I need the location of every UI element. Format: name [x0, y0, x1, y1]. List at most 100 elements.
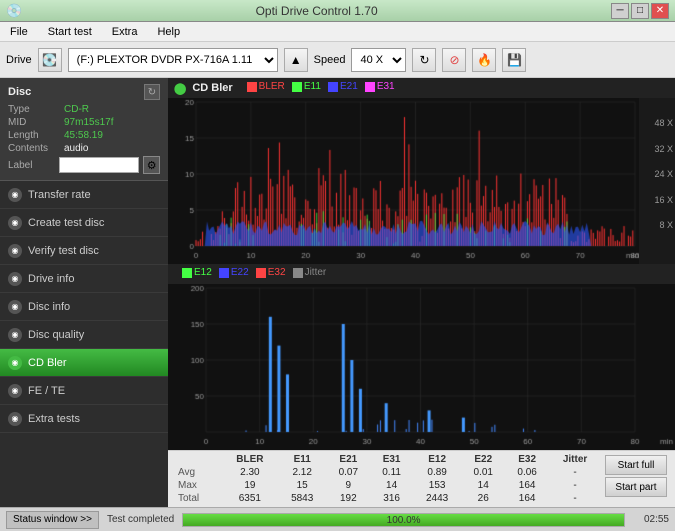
contents-value: audio	[64, 143, 88, 154]
status-bar: Status window >> Test completed 100.0% 0…	[0, 507, 675, 531]
chart1-title: CD Bler	[192, 82, 232, 94]
chart-area: ⬤ CD Bler BLER E11 E21	[168, 78, 675, 507]
row-max-bler: 19	[222, 479, 278, 492]
sidebar-nav: ◉ Transfer rate ◉ Create test disc ◉ Ver…	[0, 181, 168, 507]
stats-table: BLER E11 E21 E31 E12 E22 E32 Jitter Avg	[172, 453, 601, 505]
nav-fe-te[interactable]: ◉ FE / TE	[0, 377, 168, 405]
nav-icon-cd-bler: ◉	[8, 356, 22, 370]
chart2-canvas	[168, 284, 675, 450]
disc-refresh-button[interactable]: ↻	[144, 84, 160, 100]
row-max-e12: 153	[413, 479, 461, 492]
chart1-wrapper: 48 X 32 X 24 X 16 X 8 X	[168, 98, 675, 264]
nav-verify-test-disc[interactable]: ◉ Verify test disc	[0, 237, 168, 265]
eject-button[interactable]: ▲	[284, 48, 308, 72]
status-window-button[interactable]: Status window >>	[6, 511, 99, 529]
nav-disc-info[interactable]: ◉ Disc info	[0, 293, 168, 321]
contents-label: Contents	[8, 143, 60, 154]
nav-icon-drive-info: ◉	[8, 272, 22, 286]
drive-label: Drive	[6, 54, 32, 66]
gear-button[interactable]: ⚙	[143, 156, 160, 174]
label-row: Label ⚙	[8, 156, 160, 174]
row-max-e21: 9	[326, 479, 370, 492]
legend2-e32: E32	[256, 267, 286, 278]
legend2-e12: E12	[182, 267, 212, 278]
row-total-jitter: -	[549, 492, 601, 505]
col-e21: E21	[326, 453, 370, 466]
close-button[interactable]: ✕	[651, 3, 669, 19]
nav-icon-verify-test-disc: ◉	[8, 244, 22, 258]
type-value: CD-R	[64, 104, 89, 115]
disc-info-panel: Disc ↻ Type CD-R MID 97m15s17f Length 45…	[0, 78, 168, 181]
menu-file[interactable]: File	[4, 24, 34, 40]
stats-area: BLER E11 E21 E31 E12 E22 E32 Jitter Avg	[168, 450, 675, 507]
row-avg-label: Avg	[172, 466, 222, 479]
label-label: Label	[8, 160, 55, 171]
row-total-e21: 192	[326, 492, 370, 505]
nav-extra-tests[interactable]: ◉ Extra tests	[0, 405, 168, 433]
row-total-e22: 26	[461, 492, 505, 505]
nav-drive-info[interactable]: ◉ Drive info	[0, 265, 168, 293]
col-e32: E32	[505, 453, 549, 466]
length-label: Length	[8, 130, 60, 141]
col-e12: E12	[413, 453, 461, 466]
minimize-button[interactable]: ─	[611, 3, 629, 19]
nav-icon-transfer-rate: ◉	[8, 188, 22, 202]
progress-text: 100.0%	[183, 514, 624, 527]
col-bler: BLER	[222, 453, 278, 466]
nav-icon-disc-info: ◉	[8, 300, 22, 314]
col-e22: E22	[461, 453, 505, 466]
disc-type-row: Type CD-R	[8, 104, 160, 115]
row-max-e11: 15	[278, 479, 326, 492]
main-content: Disc ↻ Type CD-R MID 97m15s17f Length 45…	[0, 78, 675, 507]
title-bar-left: 💿	[6, 3, 22, 19]
row-max-e32: 164	[505, 479, 549, 492]
toolbar: Drive 💽 (F:) PLEXTOR DVDR PX-716A 1.11 ▲…	[0, 42, 675, 78]
drive-select[interactable]: (F:) PLEXTOR DVDR PX-716A 1.11	[68, 48, 278, 72]
menu-extra[interactable]: Extra	[106, 24, 144, 40]
chart2-wrapper	[168, 284, 675, 450]
row-avg-e22: 0.01	[461, 466, 505, 479]
nav-transfer-rate[interactable]: ◉ Transfer rate	[0, 181, 168, 209]
stats-table-wrapper: BLER E11 E21 E31 E12 E22 E32 Jitter Avg	[172, 453, 601, 505]
title-bar-title: Opti Drive Control 1.70	[22, 4, 611, 18]
type-label: Type	[8, 104, 60, 115]
burn-button[interactable]: 🔥	[472, 48, 496, 72]
disc-header-label: Disc	[8, 86, 31, 98]
mid-label: MID	[8, 117, 60, 128]
chart1-canvas	[168, 98, 639, 264]
menu-help[interactable]: Help	[151, 24, 186, 40]
row-avg-e21: 0.07	[326, 466, 370, 479]
refresh-button[interactable]: ↻	[412, 48, 436, 72]
disc-mid-row: MID 97m15s17f	[8, 117, 160, 128]
row-avg-e31: 0.11	[370, 466, 413, 479]
label-input[interactable]	[59, 157, 139, 173]
speed-select[interactable]: 40 X 32 X 24 X	[351, 48, 406, 72]
nav-disc-quality[interactable]: ◉ Disc quality	[0, 321, 168, 349]
chart2-title-bar: E12 E22 E32 Jitter	[168, 264, 675, 284]
nav-create-test-disc[interactable]: ◉ Create test disc	[0, 209, 168, 237]
menu-start-test[interactable]: Start test	[42, 24, 98, 40]
legend1-bler: BLER	[247, 81, 285, 92]
length-value: 45:58.19	[64, 130, 103, 141]
menu-bar: File Start test Extra Help	[0, 22, 675, 42]
legend2-jitter: Jitter	[293, 267, 327, 278]
erase-button[interactable]: ⊘	[442, 48, 466, 72]
row-avg-e12: 0.89	[413, 466, 461, 479]
row-total-e11: 5843	[278, 492, 326, 505]
maximize-button[interactable]: □	[631, 3, 649, 19]
stats-buttons: Start full Start part	[601, 453, 671, 499]
start-full-button[interactable]: Start full	[605, 455, 667, 475]
row-total-e31: 316	[370, 492, 413, 505]
save-button[interactable]: 💾	[502, 48, 526, 72]
nav-cd-bler[interactable]: ◉ CD Bler	[0, 349, 168, 377]
nav-icon-disc-quality: ◉	[8, 328, 22, 342]
row-max-jitter: -	[549, 479, 601, 492]
table-row: Total 6351 5843 192 316 2443 26 164 -	[172, 492, 601, 505]
disc-length-row: Length 45:58.19	[8, 130, 160, 141]
disc-header: Disc ↻	[8, 84, 160, 100]
row-max-e31: 14	[370, 479, 413, 492]
legend1-e31: E31	[365, 81, 395, 92]
start-part-button[interactable]: Start part	[605, 477, 667, 497]
nav-icon-extra-tests: ◉	[8, 412, 22, 426]
col-jitter: Jitter	[549, 453, 601, 466]
